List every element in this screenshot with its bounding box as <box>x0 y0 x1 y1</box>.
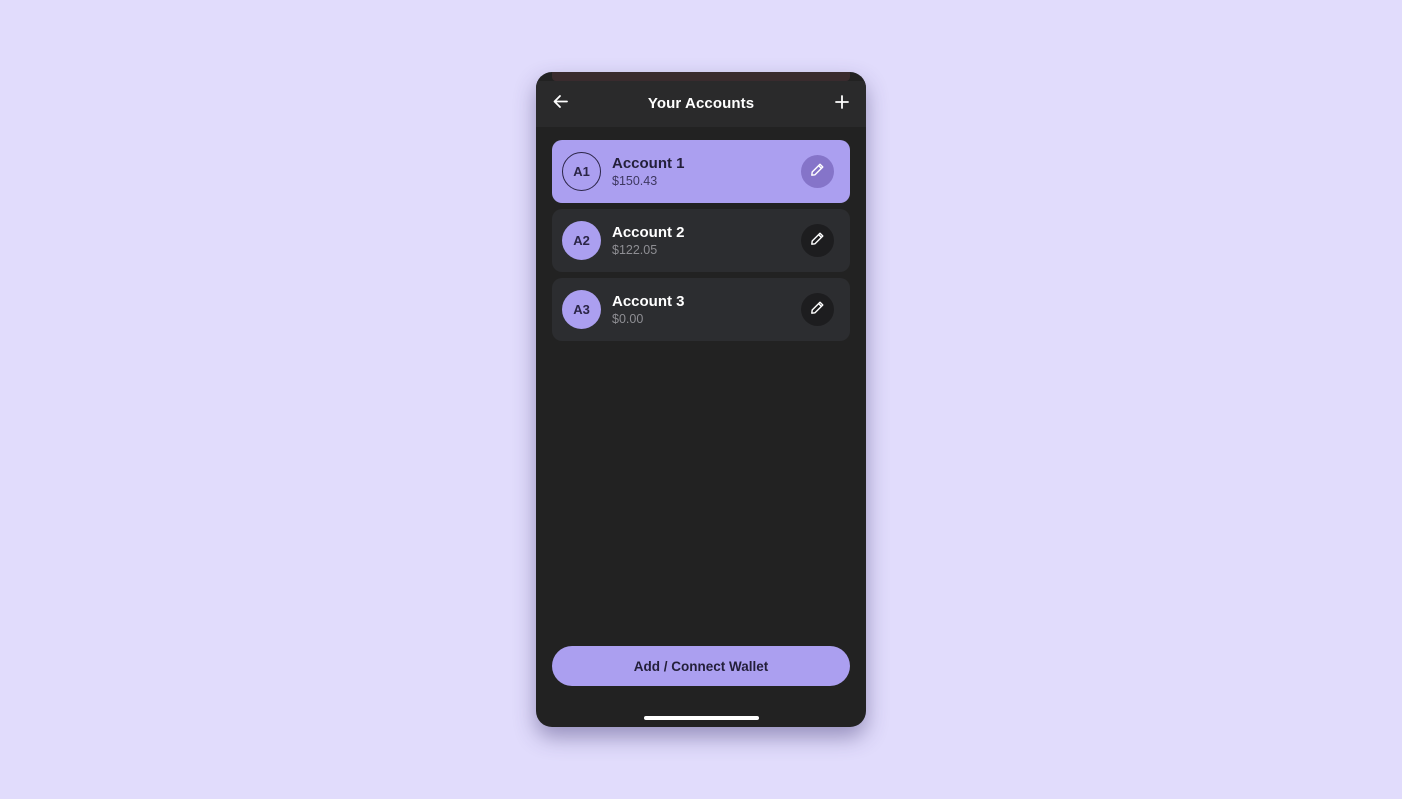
edit-account-button[interactable] <box>801 293 834 326</box>
add-account-button[interactable] <box>828 90 856 118</box>
account-card[interactable]: A2 Account 2 $122.05 <box>552 209 850 272</box>
account-card[interactable]: A3 Account 3 $0.00 <box>552 278 850 341</box>
plus-icon <box>834 94 850 115</box>
edit-account-button[interactable] <box>801 155 834 188</box>
account-card[interactable]: A1 Account 1 $150.43 <box>552 140 850 203</box>
pencil-icon <box>810 162 825 182</box>
edit-account-button[interactable] <box>801 224 834 257</box>
add-connect-wallet-button[interactable]: Add / Connect Wallet <box>552 646 850 686</box>
page-title: Your Accounts <box>647 95 755 112</box>
pencil-icon <box>810 300 825 320</box>
account-balance: $0.00 <box>612 312 644 326</box>
account-avatar: A3 <box>562 290 601 329</box>
account-list: A1 Account 1 $150.43 A2 Account 2 $122.0… <box>552 140 850 347</box>
account-name: Account 3 <box>612 293 685 310</box>
sheet-peek <box>552 72 850 81</box>
account-balance: $150.43 <box>612 174 658 188</box>
pencil-icon <box>810 231 825 251</box>
home-indicator <box>644 716 759 720</box>
account-balance: $122.05 <box>612 243 658 257</box>
account-name: Account 2 <box>612 224 685 241</box>
phone-screen: Your Accounts A1 Account 1 $150.43 A2 Ac… <box>536 72 866 727</box>
account-name: Account 1 <box>612 155 685 172</box>
app-header: Your Accounts <box>536 81 866 127</box>
account-avatar: A2 <box>562 221 601 260</box>
account-avatar: A1 <box>562 152 601 191</box>
